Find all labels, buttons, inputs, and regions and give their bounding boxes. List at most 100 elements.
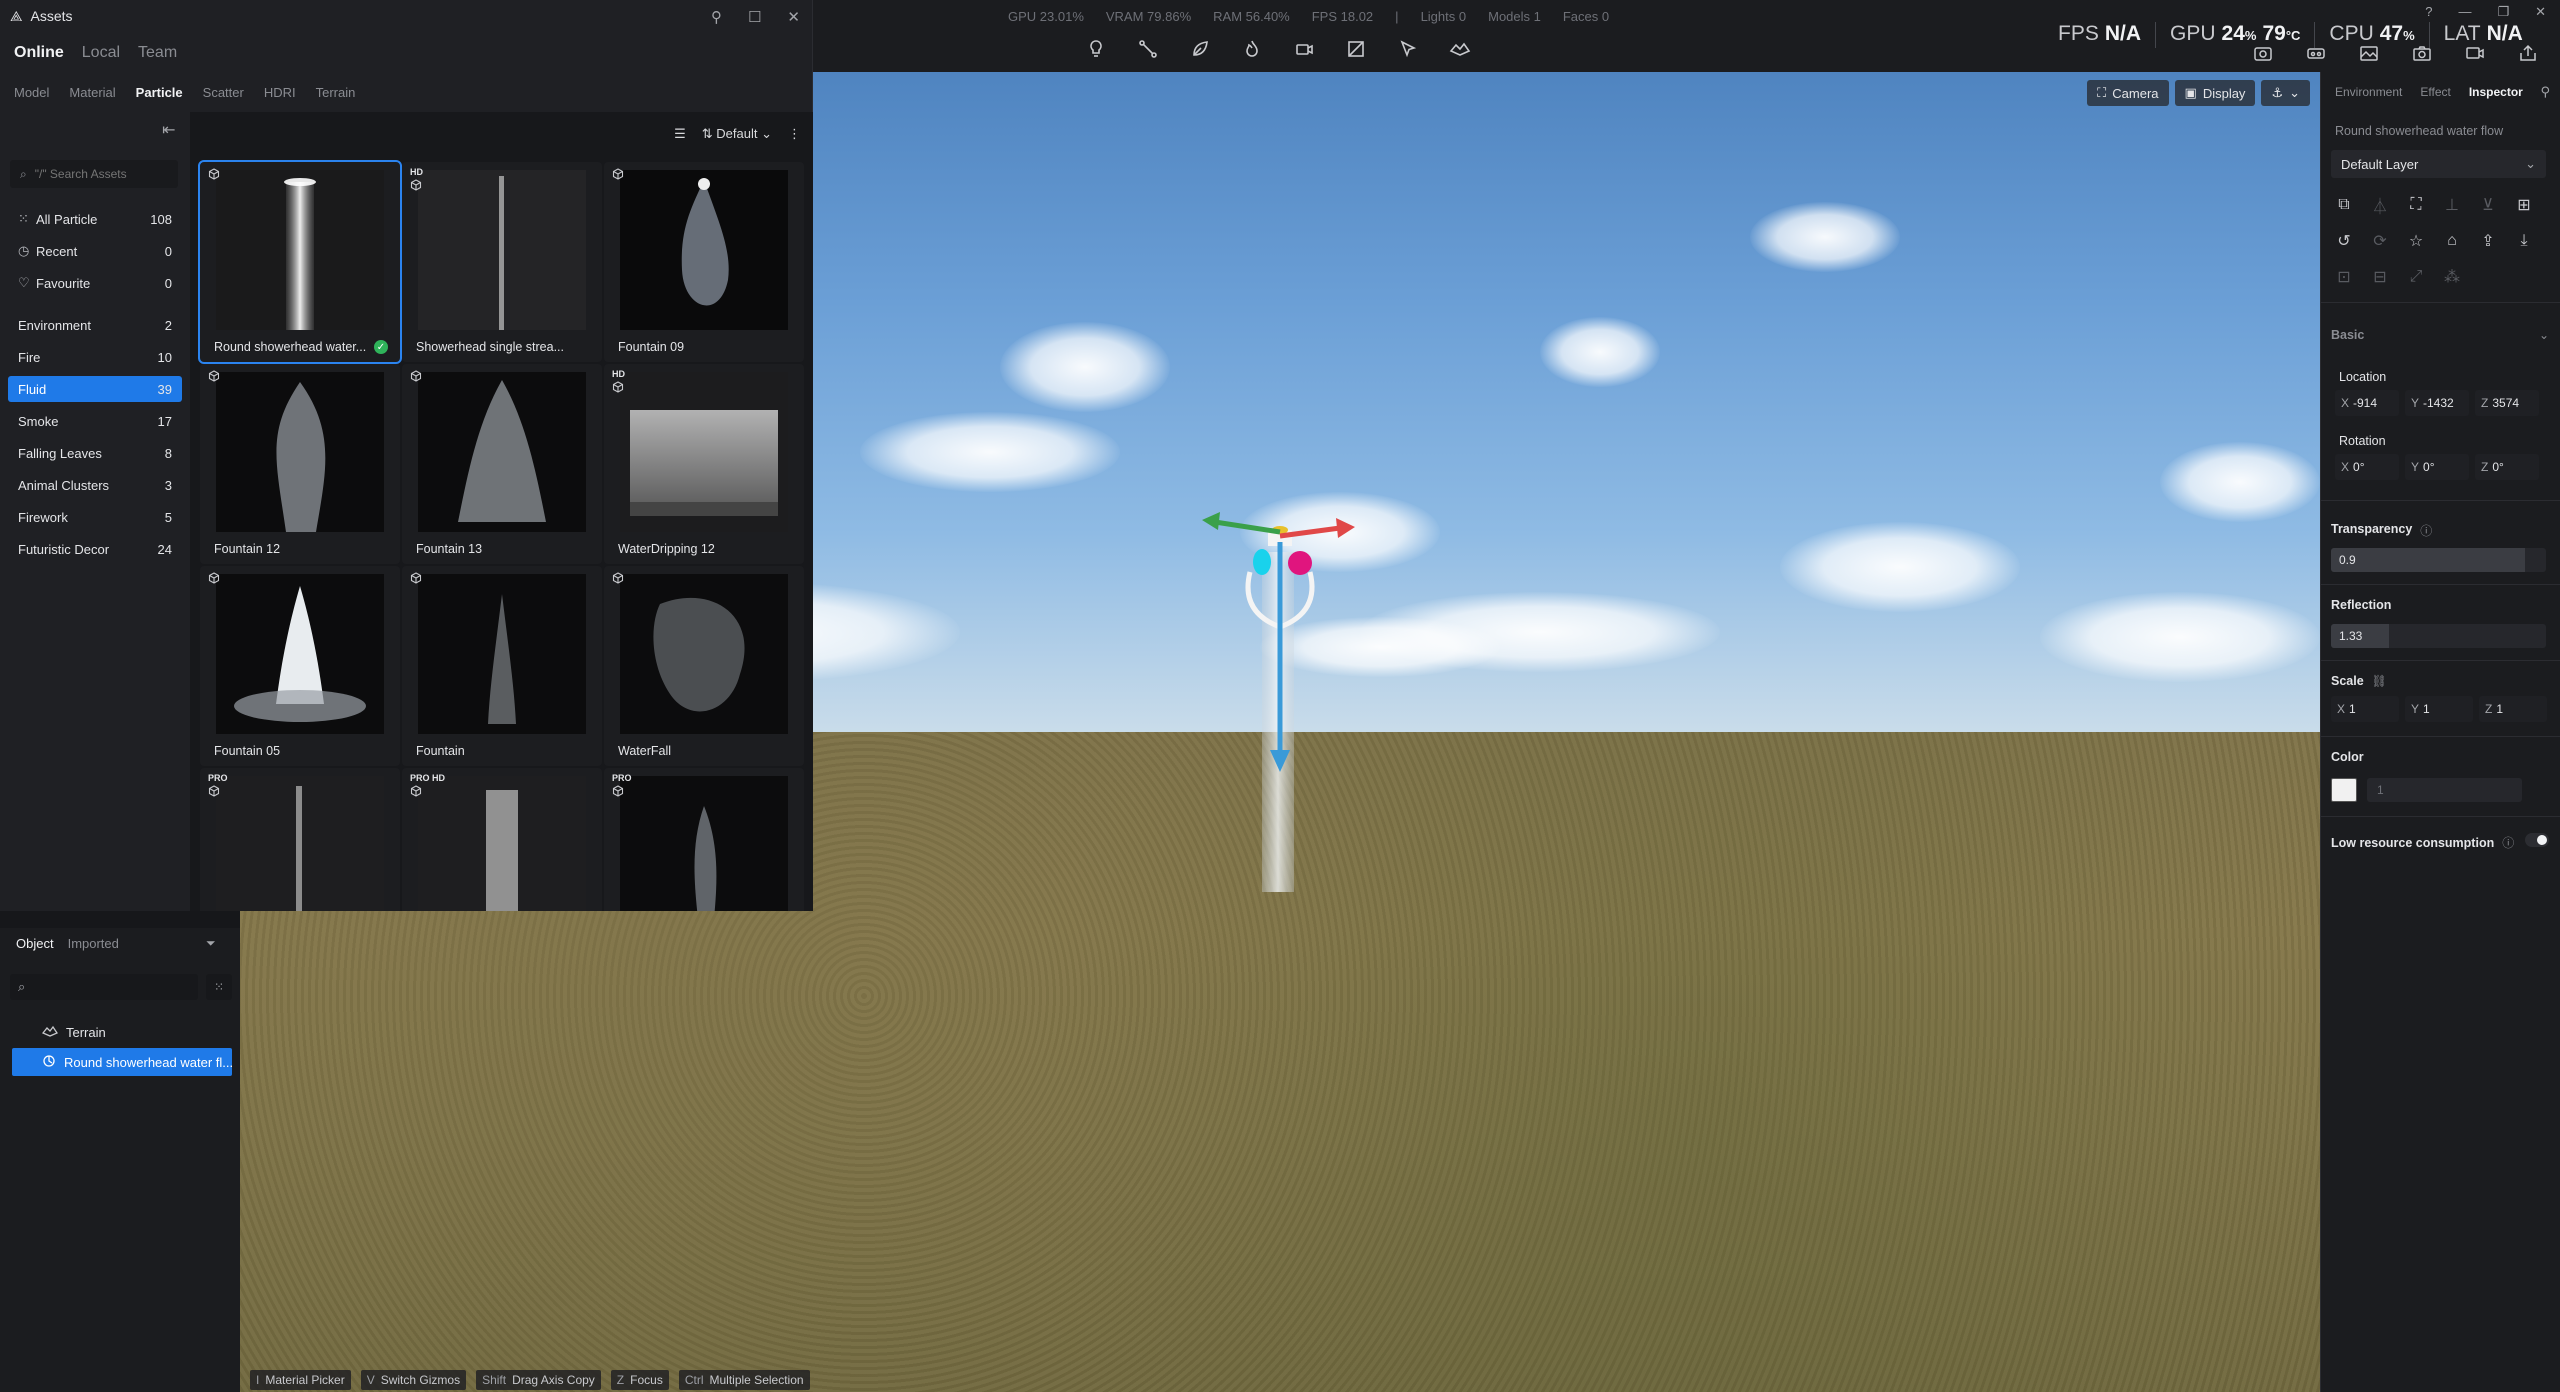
tab-model[interactable]: Model xyxy=(14,85,49,100)
gizmo-magenta-handle[interactable] xyxy=(1288,551,1312,575)
tab-scatter[interactable]: Scatter xyxy=(203,85,244,100)
tab-inspector[interactable]: Inspector xyxy=(2469,85,2523,99)
leaf-icon[interactable] xyxy=(1189,38,1211,60)
add-copy-icon[interactable]: ⊞ xyxy=(2515,196,2533,214)
location-y-field[interactable]: Y -1432 xyxy=(2405,390,2469,416)
tab-team[interactable]: Team xyxy=(138,44,177,62)
align-icon[interactable]: ⊥ xyxy=(2443,196,2461,214)
asset-search[interactable]: ⌕ xyxy=(10,160,178,188)
transparency-slider[interactable]: 0.9 xyxy=(2331,548,2546,572)
camera-capture-icon[interactable] xyxy=(2411,42,2433,64)
sidebar-item-futuristic-decor[interactable]: Futuristic Decor 24 xyxy=(8,536,182,562)
tab-environment[interactable]: Environment xyxy=(2335,85,2402,99)
asset-card[interactable]: HD Showerhead single strea... xyxy=(402,162,602,362)
video-render-icon[interactable] xyxy=(2464,42,2486,64)
list-view-icon[interactable]: ☰ xyxy=(674,126,686,142)
gizmo-mode-button[interactable]: ⚓ ⌄ xyxy=(2261,80,2310,106)
scale-z-field[interactable]: Z1 xyxy=(2479,696,2547,722)
tab-particle[interactable]: Particle xyxy=(136,85,183,100)
mirror-icon[interactable]: ⏃ xyxy=(2371,196,2389,216)
assets-titlebar[interactable]: ⟁ Assets xyxy=(0,0,812,32)
favorite-icon[interactable]: ☆ xyxy=(2407,232,2425,250)
maximize-icon[interactable]: ☐ xyxy=(748,8,761,26)
layer-select[interactable]: Default Layer ⌄ xyxy=(2331,150,2546,178)
duplicate-icon[interactable]: ⧉ xyxy=(2335,196,2353,214)
tab-terrain[interactable]: Terrain xyxy=(316,85,356,100)
light-bulb-icon[interactable] xyxy=(1085,38,1107,60)
reset-icon[interactable]: ↺ xyxy=(2335,232,2353,250)
asset-card[interactable]: Fountain 13 xyxy=(402,364,602,564)
path-icon[interactable] xyxy=(1137,38,1159,60)
snap-ground-icon[interactable]: ⊻ xyxy=(2479,196,2497,214)
location-x-field[interactable]: X -914 xyxy=(2335,390,2399,416)
asset-card[interactable]: HD WaterDripping 12 xyxy=(604,364,804,564)
sidebar-item-fire[interactable]: Fire 10 xyxy=(8,344,182,370)
collapse-sidebar-icon[interactable]: ⇤ xyxy=(162,120,175,140)
link-icon[interactable]: ⛓ xyxy=(2372,674,2387,688)
measure-icon[interactable] xyxy=(1345,38,1367,60)
rotation-x-field[interactable]: X 0° xyxy=(2335,454,2399,480)
export-icon[interactable] xyxy=(2517,42,2539,64)
pin-icon[interactable]: ⚲ xyxy=(2540,84,2550,100)
sort-dropdown[interactable]: ⇅ Default ⌄ xyxy=(702,126,772,142)
transform-gizmo[interactable] xyxy=(1180,512,1380,932)
asset-card[interactable]: PRO xyxy=(604,768,804,911)
restore-button[interactable]: ❐ xyxy=(2497,4,2509,20)
display-button[interactable]: ▣ Display xyxy=(2174,80,2256,106)
replace-icon[interactable]: ⇪ xyxy=(2479,232,2497,250)
help-button[interactable]: ? xyxy=(2425,4,2432,20)
gizmo-cyan-handle[interactable] xyxy=(1253,549,1271,575)
asset-card[interactable]: Fountain 12 xyxy=(200,364,400,564)
tree-item-terrain[interactable]: Terrain xyxy=(12,1018,232,1046)
close-button[interactable]: ✕ xyxy=(2535,4,2546,20)
scale-x-field[interactable]: X1 xyxy=(2331,696,2399,722)
expand-icon[interactable]: ⤢ xyxy=(2407,268,2425,286)
camera-button[interactable]: ⛶ Camera xyxy=(2087,80,2169,106)
download-icon[interactable]: ⤓ xyxy=(2515,232,2533,250)
basic-section-title[interactable]: Basic xyxy=(2331,328,2364,342)
asset-card[interactable]: WaterFall xyxy=(604,566,804,766)
fire-icon[interactable] xyxy=(1241,38,1263,60)
folder-icon[interactable]: ⌂ xyxy=(2443,232,2461,250)
help-icon[interactable]: ⓘ xyxy=(2420,522,2432,539)
gizmo-x-arrow[interactable] xyxy=(1336,518,1355,538)
more-options-icon[interactable]: ⋮ xyxy=(788,126,801,142)
scale-y-field[interactable]: Y1 xyxy=(2405,696,2473,722)
tab-effect[interactable]: Effect xyxy=(2420,85,2450,99)
tab-material[interactable]: Material xyxy=(69,85,115,100)
filter-icon[interactable]: ⏷ xyxy=(206,936,216,951)
camera-move-icon[interactable] xyxy=(1293,38,1315,60)
minimize-button[interactable]: — xyxy=(2458,4,2471,20)
pin-icon[interactable]: ⚲ xyxy=(711,8,722,26)
terrain-icon[interactable] xyxy=(1449,38,1471,60)
rotation-z-field[interactable]: Z 0° xyxy=(2475,454,2539,480)
gizmo-y-axis[interactable] xyxy=(1214,519,1281,535)
asset-card[interactable]: Fountain xyxy=(402,566,602,766)
object-search-input[interactable]: ⌕ xyxy=(10,974,198,1000)
grid-view-button[interactable]: ⁙ xyxy=(206,974,232,1000)
image-render-icon[interactable] xyxy=(2358,42,2380,64)
reflection-slider[interactable]: 1.33 xyxy=(2331,624,2546,648)
rotation-y-field[interactable]: Y 0° xyxy=(2405,454,2469,480)
ungroup-icon[interactable]: ⊟ xyxy=(2371,268,2389,286)
screenshot-icon[interactable] xyxy=(2252,42,2274,64)
tab-imported[interactable]: Imported xyxy=(68,936,119,951)
focus-icon[interactable]: ⛶ xyxy=(2407,196,2425,214)
help-icon[interactable]: ⓘ xyxy=(2502,834,2514,851)
sidebar-item-favourite[interactable]: ♡ Favourite 0 xyxy=(8,270,182,296)
sidebar-item-firework[interactable]: Firework 5 xyxy=(8,504,182,530)
tab-online[interactable]: Online xyxy=(14,44,64,62)
tree-item-water-flow[interactable]: Round showerhead water fl... xyxy=(12,1048,232,1076)
cursor-select-icon[interactable] xyxy=(1397,38,1419,60)
location-z-field[interactable]: Z 3574 xyxy=(2475,390,2539,416)
low-resource-toggle[interactable] xyxy=(2525,833,2549,847)
refresh-icon[interactable]: ⟳ xyxy=(2371,232,2389,250)
sidebar-item-smoke[interactable]: Smoke 17 xyxy=(8,408,182,434)
color-swatch[interactable] xyxy=(2331,778,2357,802)
vr-icon[interactable] xyxy=(2305,42,2327,64)
group-icon[interactable]: ⊡ xyxy=(2335,268,2353,286)
sidebar-item-animal-clusters[interactable]: Animal Clusters 3 xyxy=(8,472,182,498)
sidebar-item-fluid[interactable]: Fluid 39 xyxy=(8,376,182,402)
gizmo-y-arrow[interactable] xyxy=(1202,512,1220,530)
sidebar-item-all-particle[interactable]: ⁙ All Particle 108 xyxy=(8,206,182,232)
